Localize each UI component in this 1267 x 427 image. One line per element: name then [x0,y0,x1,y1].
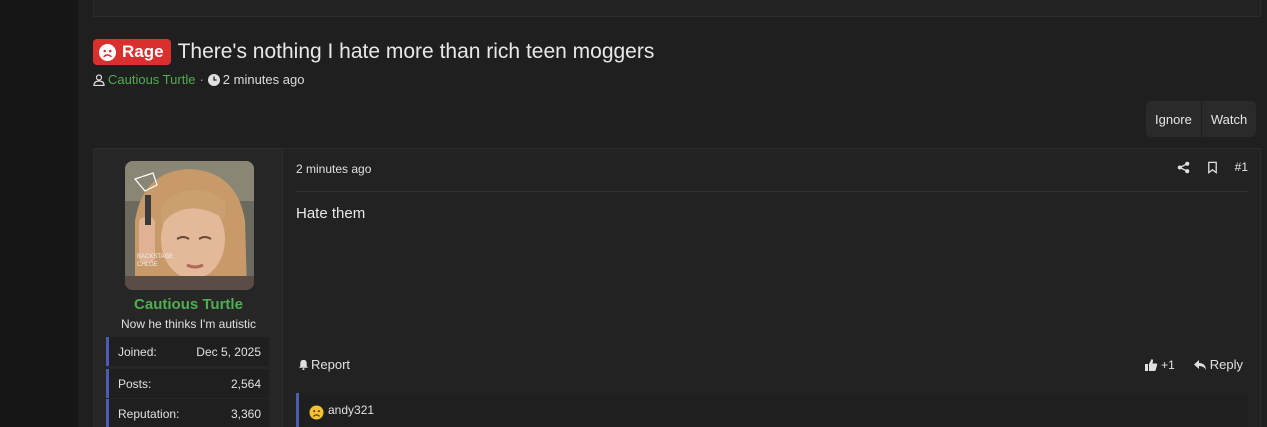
avatar[interactable]: BACKSTAGE CHLOE [125,161,254,290]
stat-posts[interactable]: Posts: 2,564 [106,369,269,398]
thumbs-up-icon[interactable] [1144,358,1158,372]
post-footer-actions: +1 Reply [1144,357,1243,372]
reaction-count[interactable]: +1 [1161,358,1175,372]
stat-value: 3,360 [230,406,261,421]
reactor-username[interactable]: andy321 [328,403,374,417]
watch-button[interactable]: Watch [1200,101,1256,137]
prefix-label: Rage [122,42,164,61]
avatar-image: BACKSTAGE CHLOE [125,161,254,290]
post-number[interactable]: #1 [1235,160,1248,174]
stat-reputation: Reputation: 3,360 [106,399,269,427]
thread-title: There's nothing I hate more than rich te… [177,40,655,63]
stat-value: Dec 5, 2025 [196,344,261,359]
reply-icon [1193,359,1206,370]
report-link[interactable]: Report [298,357,350,372]
post-username[interactable]: Cautious Turtle [94,296,283,313]
angry-face-icon [99,43,116,61]
share-icon[interactable] [1177,161,1190,174]
clock-icon [207,73,220,86]
reactions-bar: andy321 [296,393,1248,427]
post-time[interactable]: 2 minutes ago [296,162,371,176]
stat-label: Reputation: [118,406,180,421]
bookmark-icon[interactable] [1206,161,1219,174]
avatar-caption-line-1: BACKSTAGE [137,254,173,260]
stat-value: 2,564 [230,376,261,391]
post-user-sidebar: BACKSTAGE CHLOE Cautious Turtle Now he t… [94,149,283,427]
thread-author-link[interactable]: Cautious Turtle [108,72,195,87]
user-icon [93,73,105,86]
stat-label: Posts: [118,376,152,391]
thread-page: Rage There's nothing I hate more than ri… [78,0,1267,427]
post-content: 2 minutes ago #1 Hate them Report +1 Rep… [284,149,1260,427]
post: BACKSTAGE CHLOE Cautious Turtle Now he t… [93,148,1261,427]
sad-face-icon [309,405,324,420]
thread-time[interactable]: 2 minutes ago [223,72,305,87]
report-label: Report [311,357,351,372]
left-gutter [0,0,78,427]
reply-button[interactable]: Reply [1210,357,1243,372]
user-title: Now he thinks I'm autistic [120,317,256,331]
stat-label: Joined: [118,344,157,359]
rage-prefix-badge[interactable]: Rage [93,39,171,65]
post-actions: #1 [1177,160,1248,174]
thread-header: Rage There's nothing I hate more than ri… [93,38,654,66]
meta-separator: · [199,72,204,87]
bell-icon [298,359,309,370]
post-body: Hate them [296,205,366,222]
ignore-button[interactable]: Ignore [1146,101,1201,137]
post-header-divider [296,191,1248,192]
thread-meta: Cautious Turtle · 2 minutes ago [93,72,304,87]
avatar-caption-line-2: CHLOE [137,262,158,268]
previous-content-block [93,0,1261,17]
thread-action-buttons: Ignore Watch [1146,101,1257,137]
stat-joined: Joined: Dec 5, 2025 [106,337,269,366]
